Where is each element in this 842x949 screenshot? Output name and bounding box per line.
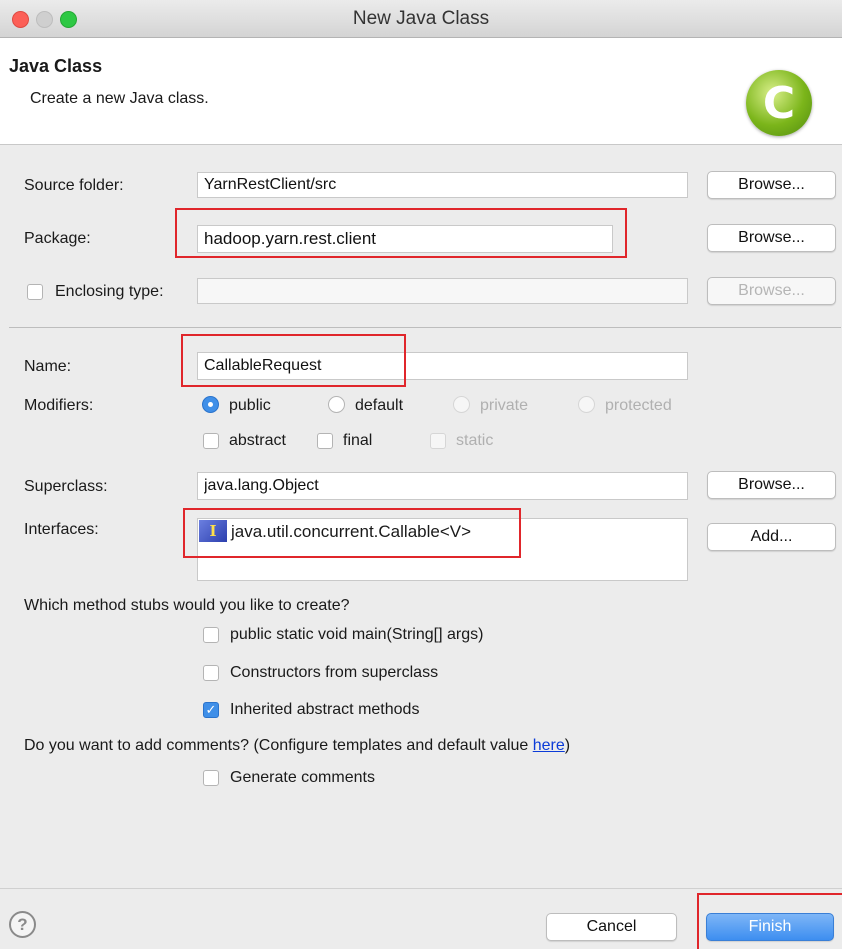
constructors-label: Constructors from superclass: [230, 664, 439, 681]
generate-comments-label: Generate comments: [230, 769, 375, 786]
enclosing-type-checkbox[interactable]: [27, 284, 43, 300]
name-label: Name:: [24, 358, 72, 375]
protected-radio[interactable]: [578, 396, 595, 413]
comments-question-text: Do you want to add comments? (Configure …: [24, 737, 533, 754]
enclosing-type-input[interactable]: [197, 278, 688, 304]
public-label: public: [229, 397, 271, 414]
help-icon[interactable]: ?: [9, 911, 36, 938]
separator: [9, 327, 841, 328]
package-browse-button[interactable]: Browse...: [707, 224, 836, 252]
comments-question: Do you want to add comments? (Configure …: [24, 737, 570, 755]
cancel-button[interactable]: Cancel: [546, 913, 677, 941]
final-label: final: [343, 432, 373, 449]
inherited-methods-checkbox[interactable]: ✓: [203, 702, 219, 718]
name-highlight: [181, 334, 406, 387]
interfaces-highlight: [183, 508, 521, 558]
footer-separator: [0, 888, 842, 889]
abstract-checkbox[interactable]: [203, 433, 219, 449]
source-folder-label: Source folder:: [24, 177, 124, 194]
inherited-methods-label: Inherited abstract methods: [230, 701, 420, 718]
window-title: New Java Class: [352, 8, 490, 29]
public-radio[interactable]: [202, 396, 219, 413]
source-folder-input[interactable]: [197, 172, 688, 198]
private-radio[interactable]: [453, 396, 470, 413]
abstract-label: abstract: [229, 432, 286, 449]
superclass-input[interactable]: [197, 472, 688, 500]
constructors-checkbox[interactable]: [203, 665, 219, 681]
generate-comments-checkbox[interactable]: [203, 770, 219, 786]
finish-highlight: [697, 893, 842, 949]
package-label: Package:: [24, 230, 91, 247]
method-stubs-question: Which method stubs would you like to cre…: [24, 597, 350, 614]
interfaces-label: Interfaces:: [24, 521, 99, 538]
superclass-browse-button[interactable]: Browse...: [707, 471, 836, 499]
enclosing-type-browse-button[interactable]: Browse...: [707, 277, 836, 305]
add-interface-button[interactable]: Add...: [707, 523, 836, 551]
package-highlight: [175, 208, 627, 258]
main-method-checkbox[interactable]: [203, 627, 219, 643]
static-label: static: [456, 432, 494, 449]
modifiers-label: Modifiers:: [24, 397, 94, 414]
java-class-logo-icon: C: [746, 70, 812, 136]
wizard-title: Java Class: [9, 56, 103, 76]
static-checkbox[interactable]: [430, 433, 446, 449]
final-checkbox[interactable]: [317, 433, 333, 449]
private-label: private: [480, 397, 529, 414]
default-radio[interactable]: [328, 396, 345, 413]
default-label: default: [355, 397, 404, 414]
enclosing-type-label: Enclosing type:: [55, 283, 164, 300]
source-folder-browse-button[interactable]: Browse...: [707, 171, 836, 199]
title-bar: New Java Class: [0, 0, 842, 38]
superclass-label: Superclass:: [24, 478, 108, 495]
wizard-subtitle: Create a new Java class.: [30, 90, 209, 107]
comments-question-end: ): [564, 737, 571, 754]
configure-templates-link[interactable]: here: [533, 737, 565, 754]
protected-label: protected: [605, 397, 672, 414]
main-method-label: public static void main(String[] args): [230, 626, 484, 643]
